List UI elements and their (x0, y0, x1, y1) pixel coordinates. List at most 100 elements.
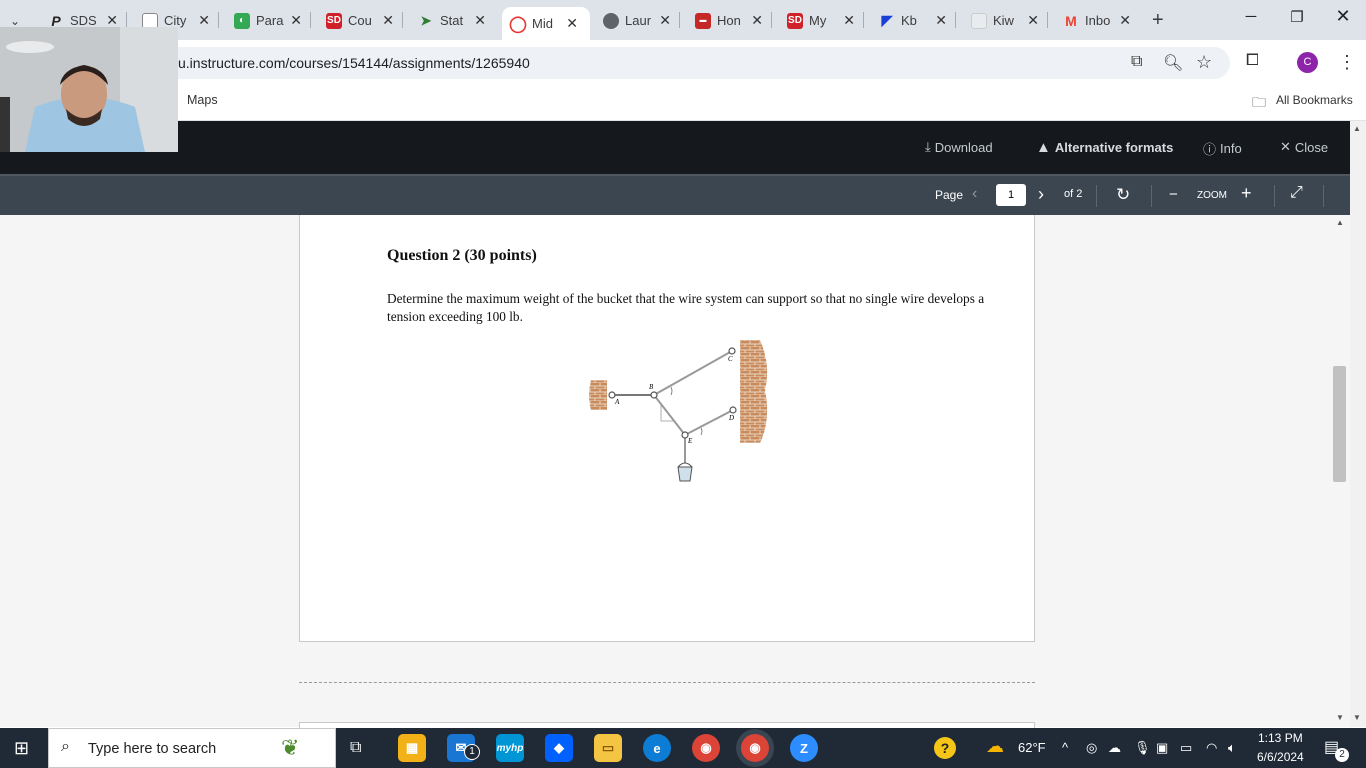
scrollbar-thumb[interactable] (1333, 366, 1346, 482)
info-button[interactable]: ⓘ Info (1203, 139, 1242, 158)
close-icon[interactable]: ✕ (198, 12, 210, 29)
menu-icon[interactable]: ⋮ (1338, 52, 1356, 73)
page-divider (299, 682, 1035, 683)
task-view-icon[interactable]: ⧉ (350, 739, 361, 757)
close-icon: ✕ (1280, 139, 1291, 154)
chevron-up-icon[interactable]: ^ (1062, 740, 1068, 755)
tab-title: Hon (717, 13, 741, 28)
tab-title: SDS (70, 13, 97, 28)
help-icon[interactable]: ? (934, 737, 956, 759)
page-number-input[interactable] (996, 184, 1026, 206)
volume-icon[interactable]: 🔈︎ (1228, 740, 1236, 756)
onedrive-icon[interactable]: ☁ (1108, 740, 1121, 756)
viewer-header: ⤓ Download ▲ Alternative formats ⓘ Info ✕ Cl… (0, 121, 1350, 174)
weather-temp[interactable]: 62°F (1018, 740, 1046, 755)
close-window-button[interactable]: ✕ (1328, 6, 1358, 27)
restore-button[interactable]: ❐ (1282, 8, 1312, 26)
next-page-icon[interactable]: › (1038, 184, 1044, 205)
close-icon[interactable]: ✕ (566, 15, 578, 32)
bucket-icon (677, 466, 693, 482)
site-icon: ▬ (695, 12, 711, 29)
tab-cou[interactable]: SD Cou ✕ (326, 7, 403, 34)
chrome-profile-icon[interactable]: ◉ (741, 734, 769, 762)
close-icon[interactable]: ✕ (1119, 12, 1131, 29)
weather-icon[interactable]: ☁ (986, 736, 1004, 757)
zoom-icon[interactable]: 🔍︎ (1163, 53, 1183, 73)
tab-laur[interactable]: Laur ✕ (603, 7, 680, 34)
all-bookmarks[interactable]: All Bookmarks (1276, 93, 1353, 107)
zoom-app-icon[interactable]: Z (790, 734, 818, 762)
windows-start-icon[interactable]: ⊞ (14, 738, 29, 759)
doc-scroll-up-icon[interactable]: ▲ (1336, 218, 1344, 227)
scroll-up-icon[interactable]: ▲ (1353, 124, 1361, 133)
label-a: A (614, 398, 620, 406)
tab-title: Para (256, 13, 284, 28)
clock-date[interactable]: 6/6/2024 (1257, 750, 1304, 764)
scrollbar[interactable] (1350, 121, 1366, 727)
zoom-in-icon[interactable]: + (1241, 183, 1252, 204)
canvas-icon: ◯ (509, 15, 527, 33)
url-text[interactable]: u.instructure.com/courses/154144/assignm… (178, 55, 530, 71)
label-e: E (687, 437, 693, 445)
doc-scroll-down-icon[interactable]: ▼ (1336, 713, 1344, 722)
close-icon[interactable]: ✕ (1027, 12, 1039, 29)
tab-kb[interactable]: ◤ Kb ✕ (879, 7, 956, 34)
search-icon: ⌕ (61, 738, 70, 755)
close-icon[interactable]: ✕ (659, 12, 671, 29)
clock-time[interactable]: 1:13 PM (1258, 731, 1303, 745)
tab-strip: ⌄ P SDS ✕ City ✕ ◐ Para ✕ SD Cou ✕ ➤ Sta… (0, 0, 1366, 40)
tab-mid-active[interactable]: ◯ Mid ✕ (502, 7, 590, 40)
tab-inbox[interactable]: M Inbo ✕ (1063, 7, 1131, 34)
store-icon[interactable]: ▦ (398, 734, 426, 762)
meet-icon[interactable]: ◎ (1086, 740, 1097, 756)
page-navigation-bar: Page ‹ › of 2 ↻ − ZOOM + ⤢ (0, 174, 1350, 215)
close-icon[interactable]: ✕ (290, 12, 302, 29)
close-icon[interactable]: ✕ (474, 12, 486, 29)
download-button[interactable]: ⤓ Download (925, 139, 993, 155)
right-wall (740, 340, 768, 443)
close-icon[interactable]: ✕ (843, 12, 855, 29)
tab-kiw[interactable]: Kiw ✕ (971, 7, 1048, 34)
rotate-icon[interactable]: ↻ (1116, 185, 1130, 205)
wifi-icon[interactable]: ◠ (1206, 740, 1217, 756)
extensions-icon[interactable]: ⧠ (1246, 52, 1259, 70)
dropbox-icon[interactable]: ◆ (545, 734, 573, 762)
tab-hon[interactable]: ▬ Hon ✕ (695, 7, 772, 34)
tab-title: Inbo (1085, 13, 1111, 28)
sd-icon: SD (787, 12, 803, 29)
taskbar-search[interactable]: ⌕ Type here to search ❦ (48, 728, 336, 768)
chrome-icon[interactable]: ◉ (692, 734, 720, 762)
zoom-out-icon[interactable]: − (1169, 186, 1178, 203)
minimize-button[interactable]: ─ (1236, 8, 1266, 25)
site-icon (971, 12, 987, 29)
scroll-down-icon[interactable]: ▼ (1353, 713, 1361, 722)
close-icon[interactable]: ✕ (382, 12, 394, 29)
fullscreen-icon[interactable]: ⤢ (1290, 184, 1303, 202)
left-wall (589, 380, 607, 410)
battery-icon[interactable]: ▭ (1180, 740, 1192, 756)
hp-icon[interactable]: myhp (496, 734, 524, 762)
install-app-icon[interactable]: ⧉ (1131, 53, 1142, 71)
wire-be (653, 394, 686, 436)
alternative-formats-button[interactable]: ▲ Alternative formats (1036, 139, 1173, 156)
previous-page-icon[interactable]: ‹ (972, 185, 977, 203)
edge-icon[interactable]: e (643, 734, 671, 762)
profile-avatar[interactable]: C (1297, 52, 1318, 73)
new-tab-button[interactable]: + (1152, 7, 1172, 34)
bookmark-star-icon[interactable]: ☆ (1196, 52, 1212, 73)
close-icon[interactable]: ✕ (751, 12, 763, 29)
wire-system-figure: A B C D E (589, 340, 768, 482)
file-explorer-icon[interactable]: ▭ (594, 734, 622, 762)
tab-para[interactable]: ◐ Para ✕ (234, 7, 311, 34)
microphone-icon[interactable]: 🎙︎ (1134, 740, 1151, 756)
tab-my[interactable]: SD My ✕ (787, 7, 864, 34)
bookmark-maps[interactable]: Maps (187, 93, 218, 107)
display-icon[interactable]: ▣ (1156, 740, 1168, 756)
tab-title: Mid (532, 16, 553, 31)
close-icon[interactable]: ✕ (935, 12, 947, 29)
tab-stat[interactable]: ➤ Stat ✕ (418, 7, 486, 34)
wire-ed (684, 409, 734, 436)
tab-title: Laur (625, 13, 652, 28)
close-viewer-button[interactable]: ✕ Close (1280, 139, 1328, 155)
arrow-icon: ➤ (420, 12, 432, 28)
